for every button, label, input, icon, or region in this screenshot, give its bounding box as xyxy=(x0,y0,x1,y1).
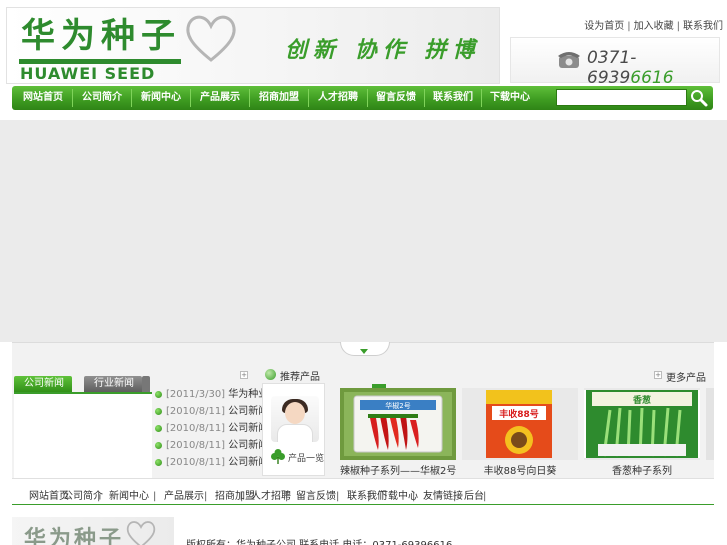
contact-us-link[interactable]: 联系我们 xyxy=(683,21,723,32)
news-panel xyxy=(14,392,152,478)
tab-edge xyxy=(142,376,150,392)
logo-chinese-text: 华为种子 xyxy=(21,16,181,56)
product-name[interactable]: 辣椒种子系列——华椒2号 xyxy=(340,462,456,477)
catalog-label: 产品一览 xyxy=(288,454,325,464)
footer-link[interactable]: 后台 xyxy=(464,488,484,505)
list-item[interactable]: [2010/8/11] 公司新闻公司新闻 xyxy=(155,454,263,471)
logo-english-text: HUAWEI SEED xyxy=(20,64,156,83)
girl-photo xyxy=(271,396,319,442)
list-item[interactable]: [2010/8/11] 公司新闻-2 xyxy=(155,437,263,454)
product-image-sunflower[interactable]: 丰收88号 xyxy=(462,388,578,460)
copyright-text: 版权所有：华为种子公司 联系电话 电话：0371-69396616 xyxy=(186,536,452,545)
footer-link[interactable]: 友情链接 xyxy=(423,488,463,505)
nav-contact[interactable]: 联系我们 xyxy=(425,86,481,110)
svg-text:华椒2号: 华椒2号 xyxy=(385,401,410,410)
bullet-icon xyxy=(155,391,162,398)
list-item[interactable]: [2010/8/11] 公司新闻2 xyxy=(155,403,263,420)
hotline-number: 0371-69396616 xyxy=(587,48,674,88)
footer-link[interactable]: 招商加盟 xyxy=(215,488,255,505)
recommend-icon xyxy=(265,369,276,380)
product-name[interactable]: 丰收88号向日葵 xyxy=(462,462,578,477)
product-card-partial xyxy=(706,388,714,460)
product-card[interactable]: 华椒2号 辣椒种子系列——华椒2号 xyxy=(340,388,456,477)
bullet-icon xyxy=(155,408,162,415)
product-image-chili[interactable]: 华椒2号 xyxy=(340,388,456,460)
nav-jobs[interactable]: 人才招聘 xyxy=(309,86,367,110)
news-list: [2011/3/30] 华为种业应邀参加新品种展 [2010/8/11] 公司新… xyxy=(155,386,263,471)
bullet-icon xyxy=(155,425,162,432)
nav-franchise[interactable]: 招商加盟 xyxy=(250,86,308,110)
clover-icon xyxy=(271,449,285,464)
footer-link[interactable]: 新闻中心 xyxy=(109,488,149,505)
tab-industry-news[interactable]: 行业新闻 xyxy=(84,376,142,392)
nav-home[interactable]: 网站首页 xyxy=(14,86,72,110)
nav-about[interactable]: 公司简介 xyxy=(73,86,131,110)
footer-links: 网站首页 公司简介 | 新闻中心 | 产品展示 | 招商加盟 | 人才招聘 | … xyxy=(12,488,714,505)
bullet-icon xyxy=(155,459,162,466)
product-card[interactable]: 丰收88号 丰收88号向日葵 xyxy=(462,388,578,477)
product-image-scallion[interactable]: 香葱 xyxy=(584,388,700,460)
bullet-icon xyxy=(155,442,162,449)
add-favorite-link[interactable]: 加入收藏 xyxy=(634,21,674,32)
product-card[interactable]: 香葱 香葱种子系列 xyxy=(584,388,700,477)
footer-logo-text: 华为种子 xyxy=(24,526,125,545)
sunflower-pack-image: 丰收88号 xyxy=(462,388,578,460)
svg-text:丰收88号: 丰收88号 xyxy=(499,408,539,420)
list-item[interactable]: [2011/3/30] 华为种业应邀参加新品种展 xyxy=(155,386,263,403)
telephone-icon xyxy=(558,52,580,68)
recommend-title: 推荐产品 xyxy=(280,372,320,383)
site-logo[interactable]: 华为种子 HUAWEI SEED 创新 协作 拼博 xyxy=(6,7,500,84)
tab-company-news[interactable]: 公司新闻 xyxy=(14,376,72,392)
search-icon[interactable] xyxy=(689,88,709,108)
heart-icon xyxy=(186,15,236,62)
news-more-plus-icon[interactable]: + xyxy=(240,371,248,379)
more-products-link[interactable]: 更多产品 xyxy=(666,369,706,384)
footer-link[interactable]: 产品展示 xyxy=(164,488,204,505)
nav-download[interactable]: 下载中心 xyxy=(482,86,538,110)
set-homepage-link[interactable]: 设为首页 xyxy=(584,21,624,32)
scallion-pack-image: 香葱 xyxy=(584,388,700,460)
chevron-down-icon xyxy=(360,349,368,354)
heart-icon xyxy=(126,521,156,545)
nav-feedback[interactable]: 留言反馈 xyxy=(368,86,424,110)
products-more-plus-icon[interactable]: + xyxy=(654,371,662,379)
product-name[interactable]: 香葱种子系列 xyxy=(584,462,700,477)
main-nav: 网站首页 公司简介 新闻中心 产品展示 招商加盟 人才招聘 留言反馈 联系我们 … xyxy=(12,86,713,110)
nav-news[interactable]: 新闻中心 xyxy=(132,86,190,110)
nav-products[interactable]: 产品展示 xyxy=(191,86,249,110)
list-item[interactable]: [2010/8/11] 公司新闻 xyxy=(155,420,263,437)
search-input[interactable] xyxy=(556,89,687,106)
top-links: 设为首页 | 加入收藏 | 联系我们 xyxy=(584,21,723,32)
slogan: 创新 协作 拼博 xyxy=(285,38,481,63)
svg-text:香葱: 香葱 xyxy=(632,394,651,406)
product-catalog-box[interactable]: 产品一览 xyxy=(262,383,325,476)
footer-logo: 华为种子 xyxy=(12,517,174,545)
chili-pack-image: 华椒2号 xyxy=(340,388,456,460)
banner-area xyxy=(0,120,727,342)
footer-link[interactable]: 留言反馈 xyxy=(296,488,336,505)
hotline-box: 0371-69396616 xyxy=(510,37,720,88)
